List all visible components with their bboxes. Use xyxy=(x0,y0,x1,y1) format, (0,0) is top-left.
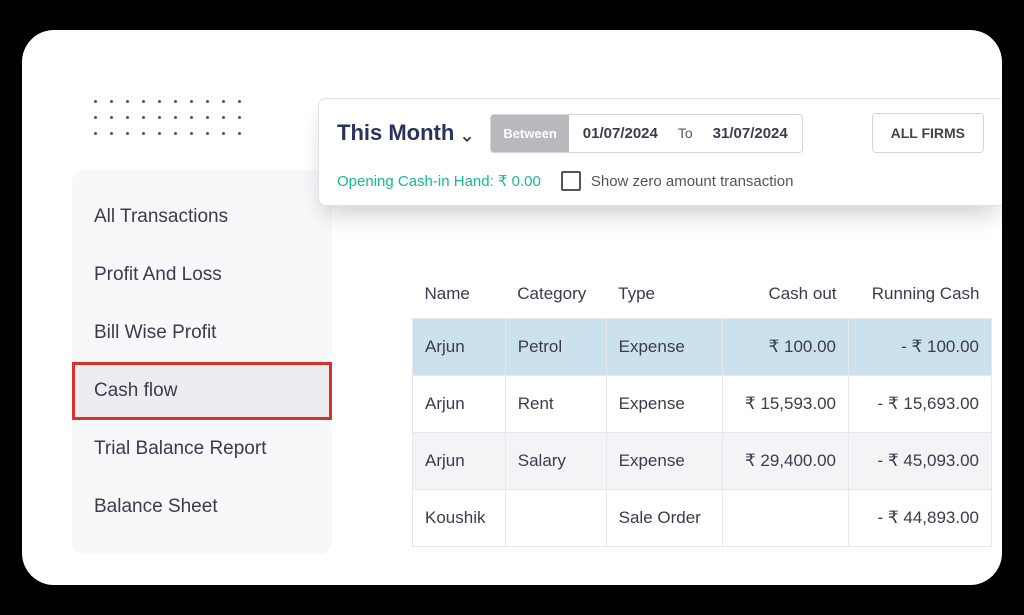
cell-running-cash: - ₹ 100.00 xyxy=(849,319,992,376)
cell-name: Koushik xyxy=(413,490,506,547)
table-row[interactable]: ArjunPetrolExpense₹ 100.00- ₹ 100.00 xyxy=(413,319,992,376)
cell-category: Petrol xyxy=(505,319,606,376)
sidebar-item-trial-balance-report[interactable]: Trial Balance Report xyxy=(72,420,332,478)
cell-category: Salary xyxy=(505,433,606,490)
cell-type: Sale Order xyxy=(606,490,722,547)
cell-running-cash: - ₹ 15,693.00 xyxy=(849,376,992,433)
col-type[interactable]: Type xyxy=(606,270,722,319)
show-zero-toggle[interactable]: Show zero amount transaction xyxy=(561,171,794,191)
sidebar-item-cash-flow[interactable]: Cash flow xyxy=(72,362,332,420)
cell-running-cash: - ₹ 44,893.00 xyxy=(849,490,992,547)
app-frame: All Transactions Profit And Loss Bill Wi… xyxy=(22,30,1002,585)
cell-type: Expense xyxy=(606,433,722,490)
opening-cash-label: Opening Cash-in Hand: ₹ 0.00 xyxy=(337,172,541,190)
decorative-dots xyxy=(94,100,244,138)
cell-cash-out xyxy=(722,490,848,547)
filter-bar: This Month Between 01/07/2024 To 31/07/2… xyxy=(318,98,1002,206)
filter-sub-row: Opening Cash-in Hand: ₹ 0.00 Show zero a… xyxy=(337,171,984,191)
chevron-down-icon xyxy=(460,126,474,140)
cashflow-table: Name Category Type Cash out Running Cash… xyxy=(412,270,992,547)
sidebar-item-all-transactions[interactable]: All Transactions xyxy=(72,188,332,246)
show-zero-label: Show zero amount transaction xyxy=(591,173,794,190)
cell-category: Rent xyxy=(505,376,606,433)
cell-type: Expense xyxy=(606,376,722,433)
col-running-cash[interactable]: Running Cash xyxy=(849,270,992,319)
table-body: ArjunPetrolExpense₹ 100.00- ₹ 100.00Arju… xyxy=(413,319,992,547)
period-label: This Month xyxy=(337,120,454,146)
cell-name: Arjun xyxy=(413,433,506,490)
date-to-label: To xyxy=(672,115,699,152)
cell-running-cash: - ₹ 45,093.00 xyxy=(849,433,992,490)
cell-type: Expense xyxy=(606,319,722,376)
col-name[interactable]: Name xyxy=(413,270,506,319)
between-label: Between xyxy=(491,115,568,152)
cashflow-table-wrap: Name Category Type Cash out Running Cash… xyxy=(412,270,992,547)
sidebar-item-bill-wise-profit[interactable]: Bill Wise Profit xyxy=(72,304,332,362)
date-range: Between 01/07/2024 To 31/07/2024 xyxy=(490,114,802,153)
sidebar-item-balance-sheet[interactable]: Balance Sheet xyxy=(72,478,332,536)
cell-name: Arjun xyxy=(413,319,506,376)
checkbox-icon xyxy=(561,171,581,191)
table-header-row: Name Category Type Cash out Running Cash xyxy=(413,270,992,319)
date-to-input[interactable]: 31/07/2024 xyxy=(699,115,802,152)
firms-dropdown[interactable]: ALL FIRMS xyxy=(872,113,984,153)
cell-category xyxy=(505,490,606,547)
table-row[interactable]: Koushik Sale Order - ₹ 44,893.00 xyxy=(413,490,992,547)
cell-name: Arjun xyxy=(413,376,506,433)
period-dropdown[interactable]: This Month xyxy=(337,120,474,146)
filter-top-row: This Month Between 01/07/2024 To 31/07/2… xyxy=(337,113,984,153)
cell-cash-out: ₹ 29,400.00 xyxy=(722,433,848,490)
cell-cash-out: ₹ 15,593.00 xyxy=(722,376,848,433)
sidebar-item-profit-and-loss[interactable]: Profit And Loss xyxy=(72,246,332,304)
col-cash-out[interactable]: Cash out xyxy=(722,270,848,319)
report-sidebar: All Transactions Profit And Loss Bill Wi… xyxy=(72,170,332,554)
table-row[interactable]: ArjunRentExpense₹ 15,593.00- ₹ 15,693.00 xyxy=(413,376,992,433)
col-category[interactable]: Category xyxy=(505,270,606,319)
date-from-input[interactable]: 01/07/2024 xyxy=(569,115,672,152)
table-row[interactable]: ArjunSalaryExpense₹ 29,400.00- ₹ 45,093.… xyxy=(413,433,992,490)
cell-cash-out: ₹ 100.00 xyxy=(722,319,848,376)
